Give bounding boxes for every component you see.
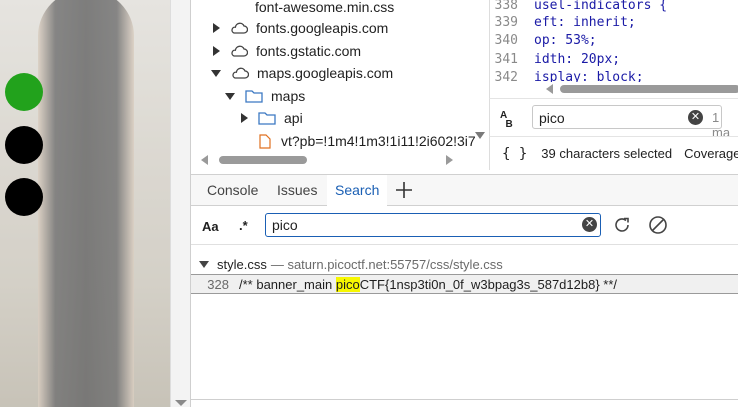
code-line: 340 op: 53%;: [494, 33, 597, 48]
carousel-dot[interactable]: [5, 178, 43, 216]
tree-item-label: api: [284, 110, 303, 126]
devtools-panel: font-awesome.min.css fonts.googleapis.co…: [190, 0, 738, 407]
result-text-after: CTF{1nsp3ti0n_0f_w3bpag3s_587d12b8} **/: [359, 276, 618, 292]
page-preview: [0, 0, 170, 407]
result-text-before: /** banner_main: [239, 276, 336, 292]
scroll-down-arrow-icon[interactable]: [175, 400, 187, 406]
page-scrollbar[interactable]: [170, 0, 190, 407]
result-line-number: 328: [207, 276, 229, 292]
regex-toggle[interactable]: .*: [239, 218, 248, 233]
folder-icon: [258, 112, 276, 125]
tree-item-domain[interactable]: fonts.gstatic.com: [213, 40, 361, 62]
editor-status-bar: { } 39 characters selected Coverage:: [489, 136, 738, 170]
tree-item-label: vt?pb=!1m4!1m3!1i11!2i602!3i7: [281, 133, 476, 149]
tab-console[interactable]: Console: [199, 175, 266, 206]
coverage-status: Coverage:: [684, 146, 738, 161]
collapse-arrow-icon[interactable]: [211, 69, 221, 77]
tree-item-label: font-awesome.min.css: [255, 0, 395, 15]
carousel-dot[interactable]: [5, 126, 43, 164]
tree-item-folder[interactable]: api: [241, 107, 303, 129]
code-line: 341 idth: 20px;: [494, 52, 621, 67]
match-case-toggle[interactable]: Aa: [202, 219, 219, 234]
tree-item-folder[interactable]: maps: [225, 85, 305, 107]
tree-item-label: fonts.gstatic.com: [256, 43, 362, 59]
tree-item-label: fonts.googleapis.com: [256, 20, 389, 36]
tree-item-file[interactable]: font-awesome.min.css: [231, 0, 394, 18]
tree-item-domain[interactable]: maps.googleapis.com: [211, 62, 393, 84]
pretty-print-button[interactable]: { }: [502, 146, 527, 162]
code-horizontal-scrollbar[interactable]: [490, 82, 738, 96]
editor-find-bar: A B pico ✕ 1 ma: [489, 98, 738, 140]
folder-icon: [245, 90, 263, 103]
cloud-icon: [231, 22, 248, 34]
result-file-name: style.css: [217, 256, 267, 272]
expand-arrow-icon[interactable]: [213, 46, 220, 56]
tree-horizontal-scrollbar[interactable]: [199, 154, 469, 166]
file-icon: [259, 133, 271, 149]
tab-issues[interactable]: Issues: [269, 175, 325, 206]
drawer-tabbar: Console Issues Search: [191, 174, 738, 206]
expand-arrow-icon[interactable]: [241, 113, 248, 123]
selection-status: 39 characters selected: [541, 146, 673, 161]
scroll-right-arrow-icon[interactable]: [446, 155, 453, 165]
code-editor[interactable]: 338 usel-indicators { 339 eft: inherit; …: [489, 0, 738, 98]
clear-search-icon[interactable]: ✕: [582, 217, 597, 232]
tree-item-label: maps: [271, 88, 306, 104]
tree-scroll-down-icon[interactable]: [475, 132, 485, 139]
divider: [191, 399, 738, 400]
search-toolbar: Aa .* pico ✕: [191, 206, 738, 244]
scroll-thumb[interactable]: [560, 85, 738, 93]
carousel-dot-active[interactable]: [5, 73, 43, 111]
sources-file-tree: font-awesome.min.css fonts.googleapis.co…: [191, 0, 489, 170]
result-file-header[interactable]: style.css — saturn.picoctf.net:55757/css…: [199, 255, 503, 273]
result-match-highlight: pico: [335, 276, 360, 292]
collapse-arrow-icon[interactable]: [199, 260, 209, 268]
tab-search[interactable]: Search: [327, 175, 388, 206]
code-line: 339 eft: inherit;: [494, 15, 636, 30]
search-input[interactable]: pico: [265, 213, 601, 237]
cloud-icon: [232, 67, 249, 79]
add-tab-icon[interactable]: [395, 181, 413, 199]
search-results: style.css — saturn.picoctf.net:55757/css…: [191, 244, 738, 407]
tree-item-label: maps.googleapis.com: [257, 65, 394, 81]
tree-item-file[interactable]: vt?pb=!1m4!1m3!1i11!2i602!3i7: [259, 130, 476, 152]
match-case-icon[interactable]: A B: [500, 111, 513, 130]
cloud-icon: [231, 45, 248, 57]
expand-arrow-icon[interactable]: [213, 23, 220, 33]
search-result-row[interactable]: 328 /** banner_main pico CTF{1nsp3ti0n_0f…: [191, 274, 738, 294]
scroll-left-arrow-icon[interactable]: [201, 155, 208, 165]
refresh-icon[interactable]: [612, 215, 632, 235]
clear-find-icon[interactable]: ✕: [688, 110, 703, 125]
collapse-arrow-icon[interactable]: [225, 92, 235, 100]
result-file-path: — saturn.picoctf.net:55757/css/style.css: [270, 256, 503, 272]
scroll-left-arrow-icon[interactable]: [546, 84, 553, 94]
scroll-thumb[interactable]: [219, 156, 307, 164]
cancel-search-icon[interactable]: [648, 215, 668, 235]
tree-item-domain[interactable]: fonts.googleapis.com: [213, 17, 388, 39]
